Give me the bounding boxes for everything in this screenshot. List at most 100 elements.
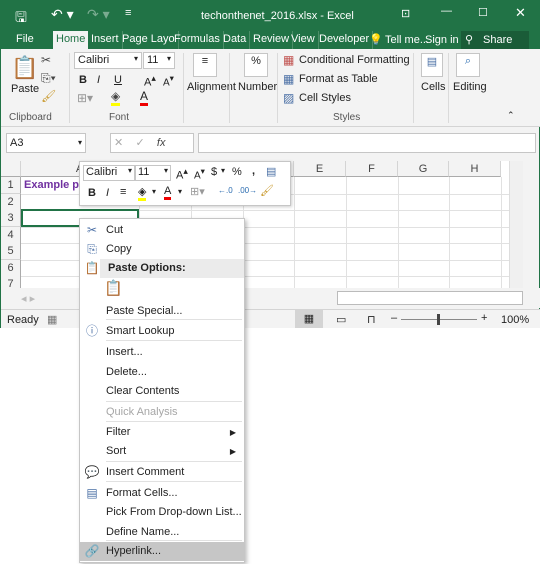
row-header-5[interactable]: 5 — [1, 243, 21, 260]
cell-a1[interactable]: Example pr — [24, 179, 83, 191]
insert-function-icon[interactable]: fx — [157, 137, 166, 149]
copy-icon[interactable]: ⎘▾ — [41, 71, 56, 86]
menu-item-delete[interactable]: Delete... — [80, 363, 244, 382]
tab-home[interactable]: Home — [53, 31, 89, 49]
minimize-button[interactable]: — — [441, 5, 452, 17]
tab-file[interactable]: File — [13, 31, 37, 49]
mini-grow-font-icon[interactable]: A▴ — [176, 166, 188, 182]
menu-item-paste-special[interactable]: Paste Special... — [80, 302, 244, 321]
format-painter-icon[interactable]: 🖌 — [41, 89, 56, 103]
font-size-dropdown[interactable]: 11 ▾ — [143, 52, 175, 69]
mini-format-painter-icon[interactable]: 🖌 — [260, 184, 274, 197]
tab-data[interactable]: Data — [220, 31, 251, 49]
zoom-out-button[interactable]: – — [391, 312, 397, 324]
alignment-icon[interactable]: ≡ — [193, 53, 217, 77]
cells-button[interactable]: Cells — [421, 81, 445, 93]
horizontal-scrollbar[interactable] — [337, 291, 523, 305]
sheet-nav-icon[interactable]: ◂ ▸ — [21, 292, 35, 305]
menu-item-define-name[interactable]: Define Name... — [80, 523, 244, 542]
percent-icon[interactable]: % — [244, 53, 268, 77]
collapse-ribbon-icon[interactable]: ⌃ — [507, 110, 515, 121]
menu-item-copy[interactable]: ⎘ Copy — [80, 240, 244, 259]
customize-qat-icon[interactable]: ≡ — [125, 7, 131, 19]
font-name-dropdown[interactable]: Calibri ▾ — [74, 52, 142, 69]
row-header-7[interactable]: 7 — [1, 276, 21, 288]
mini-comma-button[interactable]: , — [252, 165, 255, 177]
menu-item-hyperlink[interactable]: 🔗 Hyperlink... — [80, 542, 244, 561]
mini-fill-color-icon[interactable]: ◈ — [138, 185, 147, 201]
zoom-slider-thumb[interactable] — [437, 314, 440, 325]
format-as-table-button[interactable]: Format as Table — [299, 73, 378, 85]
mini-shrink-font-icon[interactable]: A▾ — [194, 166, 205, 181]
tab-review[interactable]: Review — [250, 31, 294, 49]
cut-icon[interactable]: ✂ — [41, 53, 51, 67]
bold-button[interactable]: B — [79, 74, 87, 86]
mini-currency-button[interactable]: $ — [211, 166, 217, 178]
paste-icon[interactable]: 📋 — [11, 55, 38, 81]
decrease-font-icon[interactable]: A▾ — [163, 73, 174, 88]
tab-insert[interactable]: Insert — [88, 31, 123, 49]
increase-decimal-icon[interactable]: ←.0 — [218, 186, 233, 195]
menu-item-sort[interactable]: Sort ▶ — [80, 442, 244, 461]
row-header-6[interactable]: 6 — [1, 259, 21, 277]
tab-page-layout[interactable]: Page Layo — [119, 31, 179, 49]
redo-icon[interactable]: ↷ ▾ — [87, 6, 110, 23]
mini-currency-dropdown[interactable]: ▾ — [221, 166, 225, 175]
conditional-formatting-button[interactable]: Conditional Formatting — [299, 54, 410, 66]
paste-button[interactable]: Paste — [11, 83, 39, 95]
cell-styles-button[interactable]: Cell Styles — [299, 92, 351, 104]
paste-keep-text-icon[interactable]: 📋 — [104, 279, 123, 297]
tab-developer[interactable]: Developer — [316, 31, 374, 49]
menu-item-insert[interactable]: Insert... — [80, 343, 244, 362]
mini-merge-icon[interactable]: ▤ — [266, 165, 276, 178]
formula-input[interactable] — [198, 133, 536, 153]
mini-size-dropdown[interactable]: 11 ▾ — [135, 165, 171, 181]
row-header-3[interactable]: 3 — [1, 210, 21, 227]
mini-bold-button[interactable]: B — [88, 187, 96, 199]
zoom-in-button[interactable]: + — [481, 312, 487, 324]
ribbon-display-icon[interactable]: ⊡ — [401, 7, 410, 20]
borders-icon[interactable]: ⊞▾ — [77, 91, 93, 105]
zoom-level[interactable]: 100% — [501, 314, 529, 326]
fill-color-icon[interactable]: ◈ — [111, 89, 121, 106]
normal-view-icon[interactable]: ▦ — [295, 310, 323, 328]
editing-button[interactable]: Editing — [453, 81, 487, 93]
column-header-f[interactable]: F — [346, 161, 398, 177]
menu-item-smart-lookup[interactable]: ⓘ Smart Lookup — [80, 322, 244, 341]
undo-icon[interactable]: ↶ ▾ — [51, 6, 74, 23]
menu-item-cut[interactable]: ✂ Cut — [80, 221, 244, 240]
page-break-view-icon[interactable]: ⊓ — [367, 313, 376, 326]
close-button[interactable]: ✕ — [515, 5, 526, 21]
tab-formulas[interactable]: Formulas — [171, 31, 224, 49]
mini-italic-button[interactable]: I — [106, 187, 109, 199]
column-header-g[interactable]: G — [398, 161, 449, 177]
column-header-h[interactable]: H — [449, 161, 501, 177]
mini-font-dropdown[interactable]: Calibri ▾ — [83, 165, 135, 181]
tab-view[interactable]: View — [288, 31, 319, 49]
row-header-2[interactable]: 2 — [1, 193, 21, 211]
maximize-button[interactable]: ☐ — [478, 6, 488, 19]
page-layout-view-icon[interactable]: ▭ — [336, 313, 346, 326]
enter-icon[interactable]: ✓ — [135, 137, 144, 149]
vertical-scrollbar[interactable] — [509, 161, 523, 288]
menu-item-filter[interactable]: Filter ▶ — [80, 423, 244, 442]
mini-percent-button[interactable]: % — [232, 166, 242, 178]
mini-font-color-dropdown[interactable]: ▾ — [178, 187, 182, 196]
menu-item-pick-from-drop-down-list[interactable]: Pick From Drop-down List... — [80, 503, 244, 522]
underline-button[interactable]: U — [114, 74, 122, 86]
increase-font-icon[interactable]: A▴ — [144, 73, 156, 89]
mini-fill-dropdown[interactable]: ▾ — [152, 187, 156, 196]
tell-me-box[interactable]: Tell me... — [385, 34, 429, 46]
select-all-button[interactable] — [1, 161, 21, 177]
sign-in-link[interactable]: Sign in — [425, 34, 459, 46]
macro-record-icon[interactable]: ▦ — [47, 313, 57, 326]
menu-item-clear-contents[interactable]: Clear Contents — [80, 382, 244, 401]
mini-font-color-icon[interactable]: A — [164, 185, 172, 200]
column-header-e[interactable]: E — [294, 161, 346, 177]
italic-button[interactable]: I — [97, 74, 100, 86]
mini-borders-icon[interactable]: ⊞▾ — [190, 185, 205, 198]
mini-center-icon[interactable]: ≡ — [120, 186, 126, 198]
decrease-decimal-icon[interactable]: .00→ — [238, 186, 257, 195]
name-box[interactable]: A3 ▾ — [6, 133, 86, 153]
row-header-4[interactable]: 4 — [1, 226, 21, 244]
